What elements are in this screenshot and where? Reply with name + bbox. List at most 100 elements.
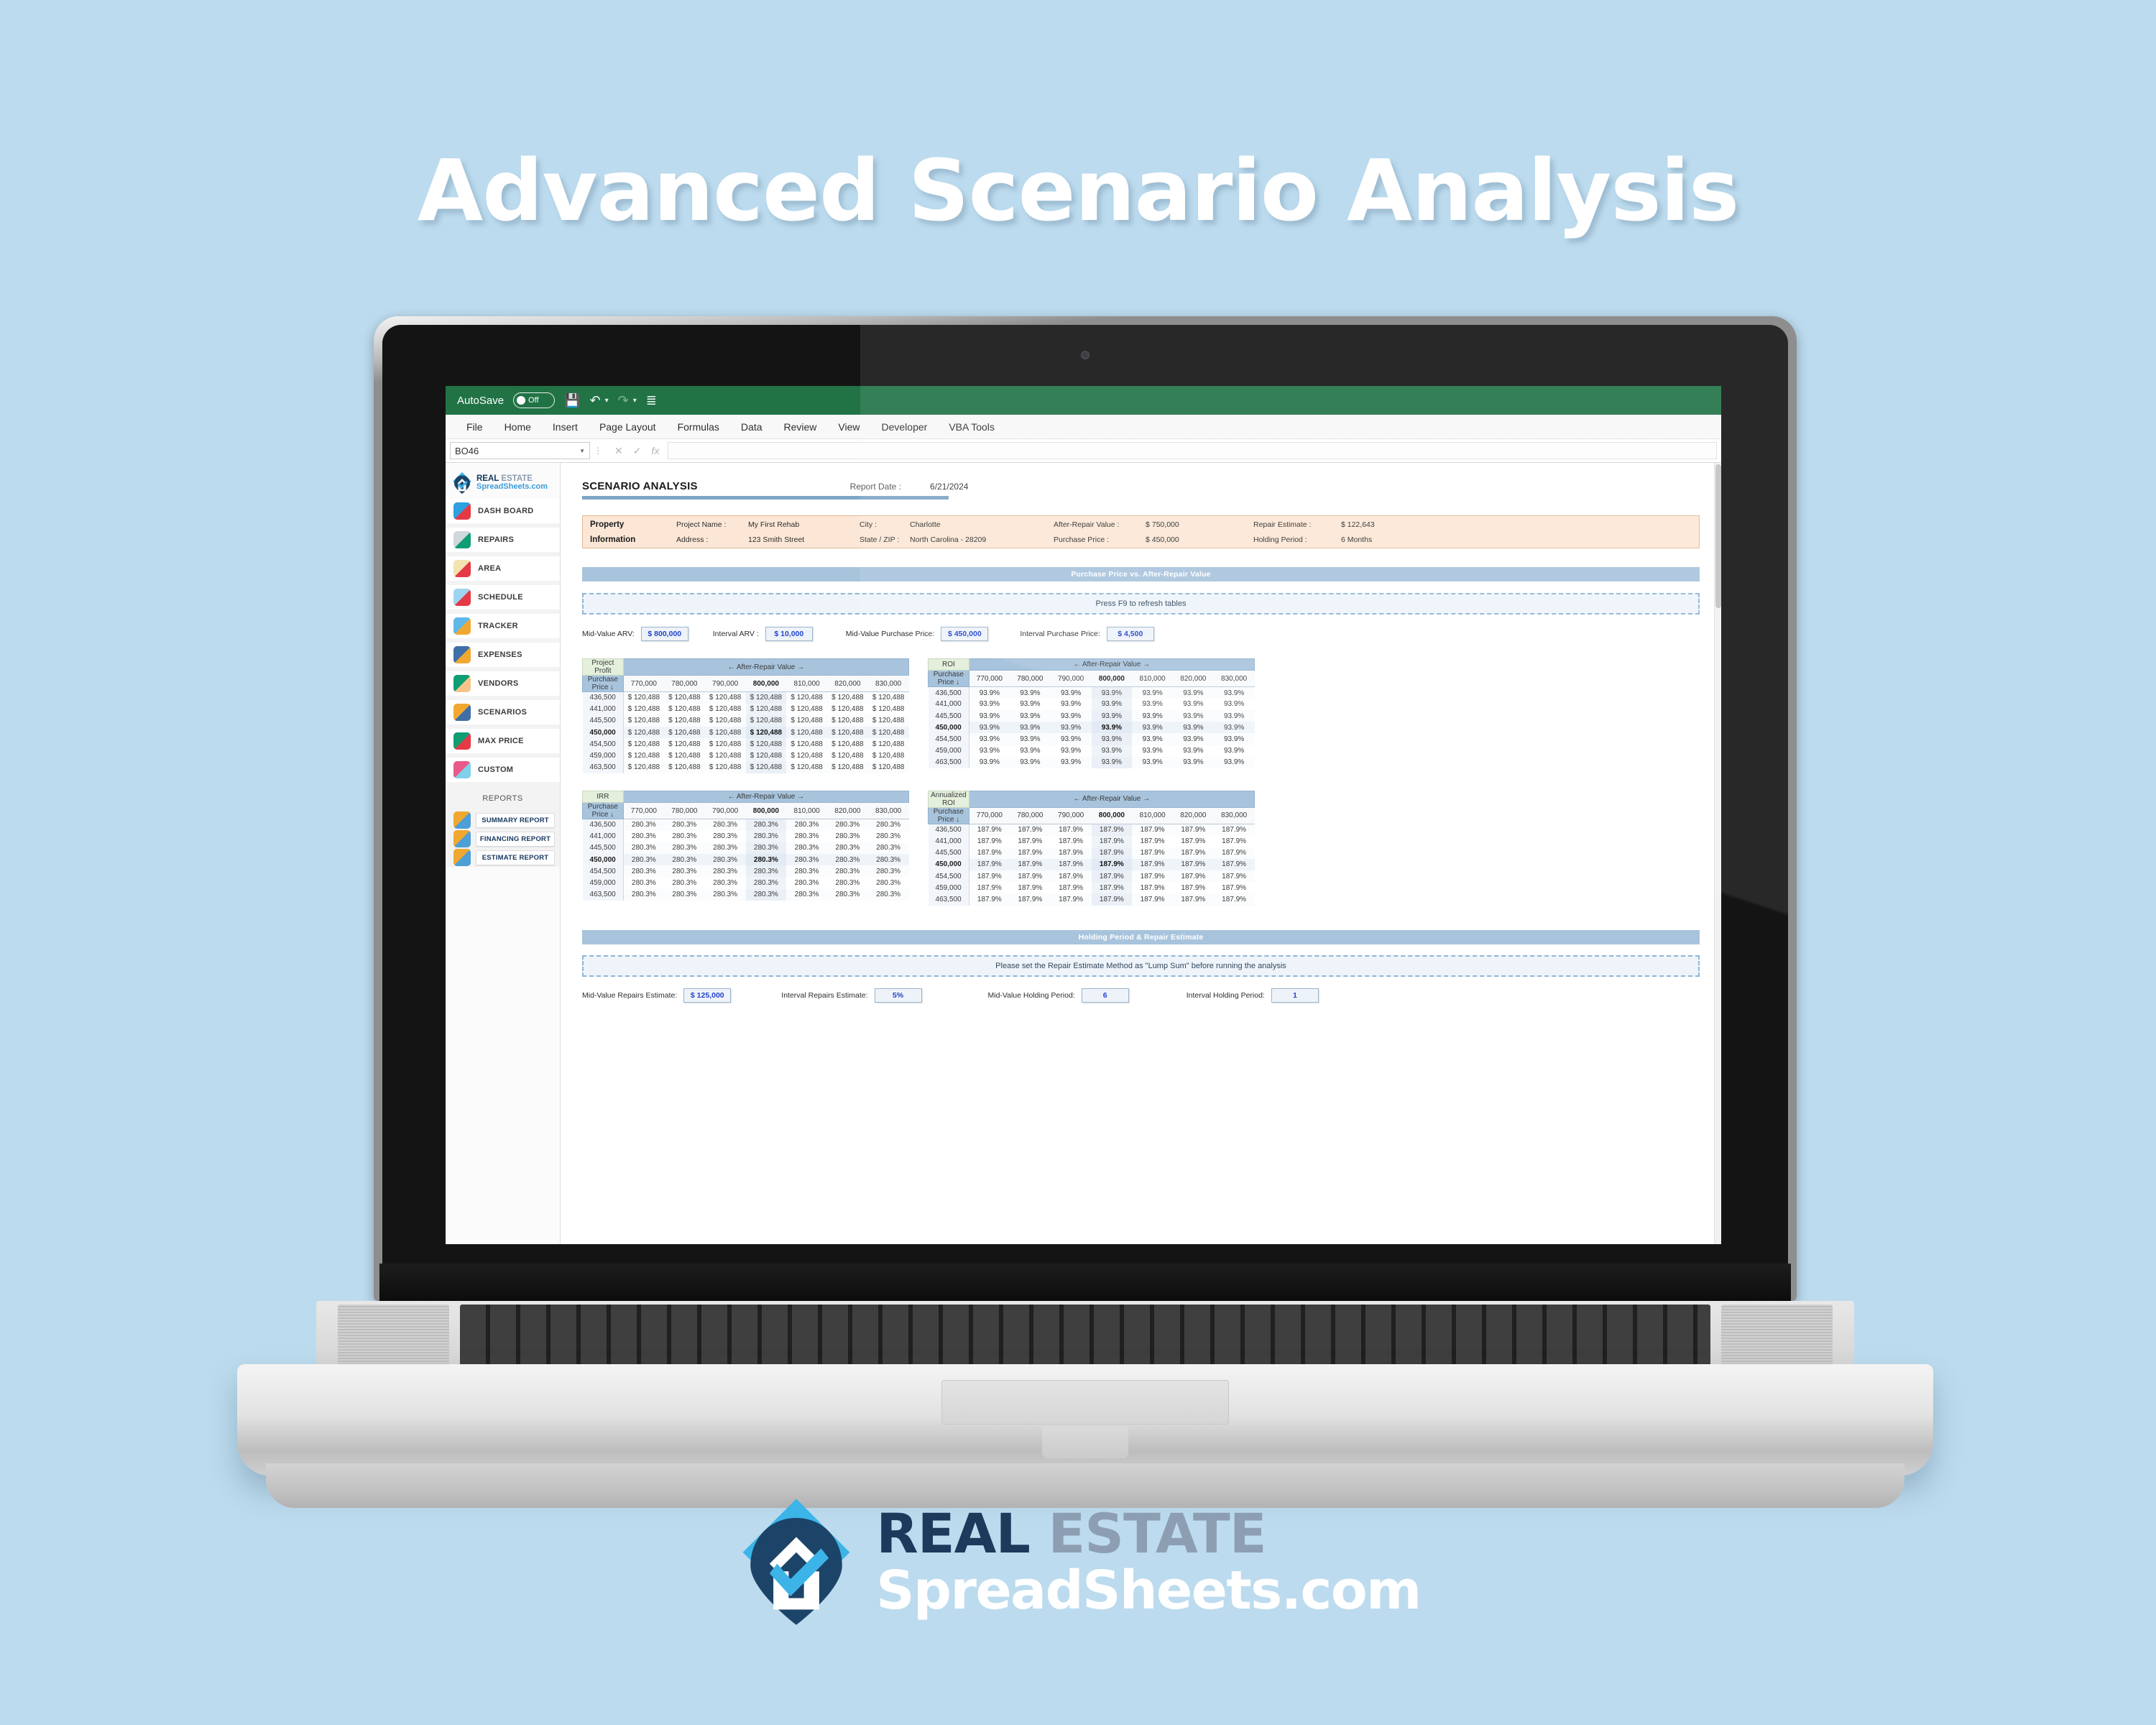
check-icon[interactable]: ✓	[633, 445, 642, 457]
table-cell: $ 120,488	[786, 714, 827, 727]
row-header: 459,000	[582, 877, 624, 889]
table-cell: 187.9%	[1213, 835, 1255, 847]
report-button[interactable]: SUMMARY REPORT	[476, 812, 555, 828]
sidebar-item-label: REPAIRS	[478, 535, 515, 544]
tab-review[interactable]: Review	[773, 415, 828, 439]
city-value[interactable]: Charlotte	[910, 520, 1054, 529]
interval-arv-label: Interval ARV :	[712, 630, 759, 638]
sidebar-report-estimate-report[interactable]: ESTIMATE REPORT	[446, 848, 560, 867]
address-value[interactable]: 123 Smith Street	[748, 535, 860, 544]
arv-value[interactable]: $ 750,000	[1146, 520, 1253, 529]
table-row: 459,000 $ 120,488 $ 120,488 $ 120,488 $ 120,…	[582, 750, 909, 762]
max-price-target-icon	[453, 732, 471, 750]
table-cell: 187.9%	[1132, 847, 1173, 859]
interval-purchase-price-input[interactable]: $ 4,500	[1106, 627, 1154, 641]
mid-value-purchase-price-input[interactable]: $ 450,000	[941, 627, 989, 641]
autosave-toggle[interactable]: Off	[513, 392, 556, 408]
table-cell: 187.9%	[1010, 858, 1051, 871]
function-icon[interactable]: fx	[651, 445, 659, 457]
table-cell: 93.9%	[1010, 733, 1051, 745]
row-header: 441,000	[928, 835, 969, 847]
mid-value-holding-input[interactable]: 6	[1081, 988, 1129, 1003]
mid-value-arv-input[interactable]: $ 800,000	[640, 627, 688, 641]
vertical-scrollbar[interactable]	[1714, 463, 1721, 1244]
column-header: 830,000	[1213, 670, 1255, 688]
mid-value-repairs-input[interactable]: $ 125,000	[683, 988, 732, 1003]
sidebar-item-label: TRACKER	[478, 622, 518, 630]
speaker-grille-right	[1721, 1305, 1833, 1365]
purchase-price-label: Purchase Price :	[1054, 535, 1110, 544]
tab-formulas[interactable]: Formulas	[667, 415, 730, 439]
table-cell: 280.3%	[704, 819, 746, 831]
column-header: 810,000	[1132, 807, 1173, 824]
column-header: 790,000	[704, 675, 746, 692]
table-cell: 280.3%	[867, 865, 909, 878]
sidebar-report-summary-report[interactable]: SUMMARY REPORT	[446, 811, 560, 829]
tab-page-layout[interactable]: Page Layout	[589, 415, 667, 439]
interval-arv-input[interactable]: $ 10,000	[765, 627, 813, 641]
tab-data[interactable]: Data	[730, 415, 773, 439]
redo-icon[interactable]: ↷	[618, 394, 629, 407]
tab-insert[interactable]: Insert	[542, 415, 589, 439]
title-underline	[582, 496, 949, 500]
report-date-value[interactable]: 6/21/2024	[930, 482, 968, 492]
sidebar-item-scenarios[interactable]: SCENARIOS	[446, 700, 560, 729]
sidebar-report-financing-report[interactable]: FINANCING REPORT	[446, 829, 560, 848]
sidebar-item-dash-board[interactable]: DASH BOARD	[446, 499, 560, 528]
cancel-icon[interactable]: ✕	[614, 445, 623, 457]
state-zip-value[interactable]: North Carolina - 28209	[910, 535, 1054, 544]
table-cell: 280.3%	[664, 877, 705, 889]
table-cell: 93.9%	[1213, 698, 1255, 711]
interval-holding-input[interactable]: 1	[1271, 988, 1319, 1003]
name-box[interactable]: BO46 ▼	[450, 442, 590, 459]
project-name-value[interactable]: My First Rehab	[748, 520, 860, 529]
table-row: 441,000 187.9% 187.9% 187.9% 187.9% 187.9% 187…	[928, 835, 1255, 847]
purchase-price-value[interactable]: $ 450,000	[1146, 535, 1253, 544]
table-cell: 280.3%	[664, 888, 705, 901]
tab-developer[interactable]: Developer	[871, 415, 939, 439]
scenario-table-project-profit: Project Profit ← After-Repair Value → Purc…	[582, 658, 910, 773]
tab-vba-tools[interactable]: VBA Tools	[938, 415, 1005, 439]
column-header: 820,000	[827, 802, 868, 819]
table-cell: 93.9%	[1173, 710, 1214, 722]
scenario-analysis-header: SCENARIO ANALYSIS Report Date : 6/21/202…	[582, 480, 1700, 492]
report-button[interactable]: ESTIMATE REPORT	[476, 850, 555, 865]
tab-home[interactable]: Home	[494, 415, 542, 439]
sidebar-item-tracker[interactable]: TRACKER	[446, 614, 560, 643]
sidebar-item-area[interactable]: AREA	[446, 556, 560, 585]
property-information-panel: Property Project Name : My First Rehab C…	[582, 515, 1700, 548]
undo-icon[interactable]: ↶	[589, 394, 600, 407]
sidebar-logo-estate: ESTATE	[501, 474, 533, 483]
table-cell: 280.3%	[786, 854, 827, 866]
table-cell: 93.9%	[1213, 756, 1255, 768]
sidebar-item-schedule[interactable]: SCHEDULE	[446, 585, 560, 614]
table-cell: 187.9%	[1132, 870, 1173, 883]
dashboard-house-icon	[453, 502, 471, 520]
tab-view[interactable]: View	[827, 415, 870, 439]
row-header: 450,000	[928, 722, 969, 734]
table-cell: $ 120,488	[786, 750, 827, 762]
customize-quick-access-icon[interactable]: ≣	[646, 394, 657, 407]
table-row: 445,500 187.9% 187.9% 187.9% 187.9% 187.9% 187…	[928, 847, 1255, 859]
save-icon[interactable]: 💾	[564, 394, 580, 407]
holding-period-value[interactable]: 6 Months	[1341, 535, 1372, 544]
table-row: 445,500 $ 120,488 $ 120,488 $ 120,488 $ 120,…	[582, 714, 909, 727]
interval-repairs-input[interactable]: 5%	[874, 988, 922, 1003]
sidebar-item-expenses[interactable]: EXPENSES	[446, 643, 560, 671]
report-button[interactable]: FINANCING REPORT	[476, 831, 555, 847]
chevron-down-icon[interactable]: ▼	[579, 448, 585, 454]
sidebar-item-custom[interactable]: CUSTOM	[446, 758, 560, 786]
section-band-2-label: Holding Period & Repair Estimate	[1078, 932, 1204, 942]
table-cell: 93.9%	[1132, 745, 1173, 757]
table-cell: 280.3%	[704, 865, 746, 878]
tab-file[interactable]: File	[456, 415, 494, 439]
table-cell: $ 120,488	[867, 714, 909, 727]
repair-estimate-value[interactable]: $ 122,643	[1341, 520, 1375, 529]
redo-dropdown-icon[interactable]: ▾	[633, 397, 637, 405]
formula-input[interactable]	[668, 442, 1717, 459]
scrollbar-thumb[interactable]	[1715, 464, 1721, 608]
sidebar-item-max-price[interactable]: MAX PRICE	[446, 729, 560, 758]
sidebar-item-vendors[interactable]: VENDORS	[446, 671, 560, 700]
sidebar-item-repairs[interactable]: REPAIRS	[446, 528, 560, 556]
undo-dropdown-icon[interactable]: ▾	[605, 397, 609, 405]
